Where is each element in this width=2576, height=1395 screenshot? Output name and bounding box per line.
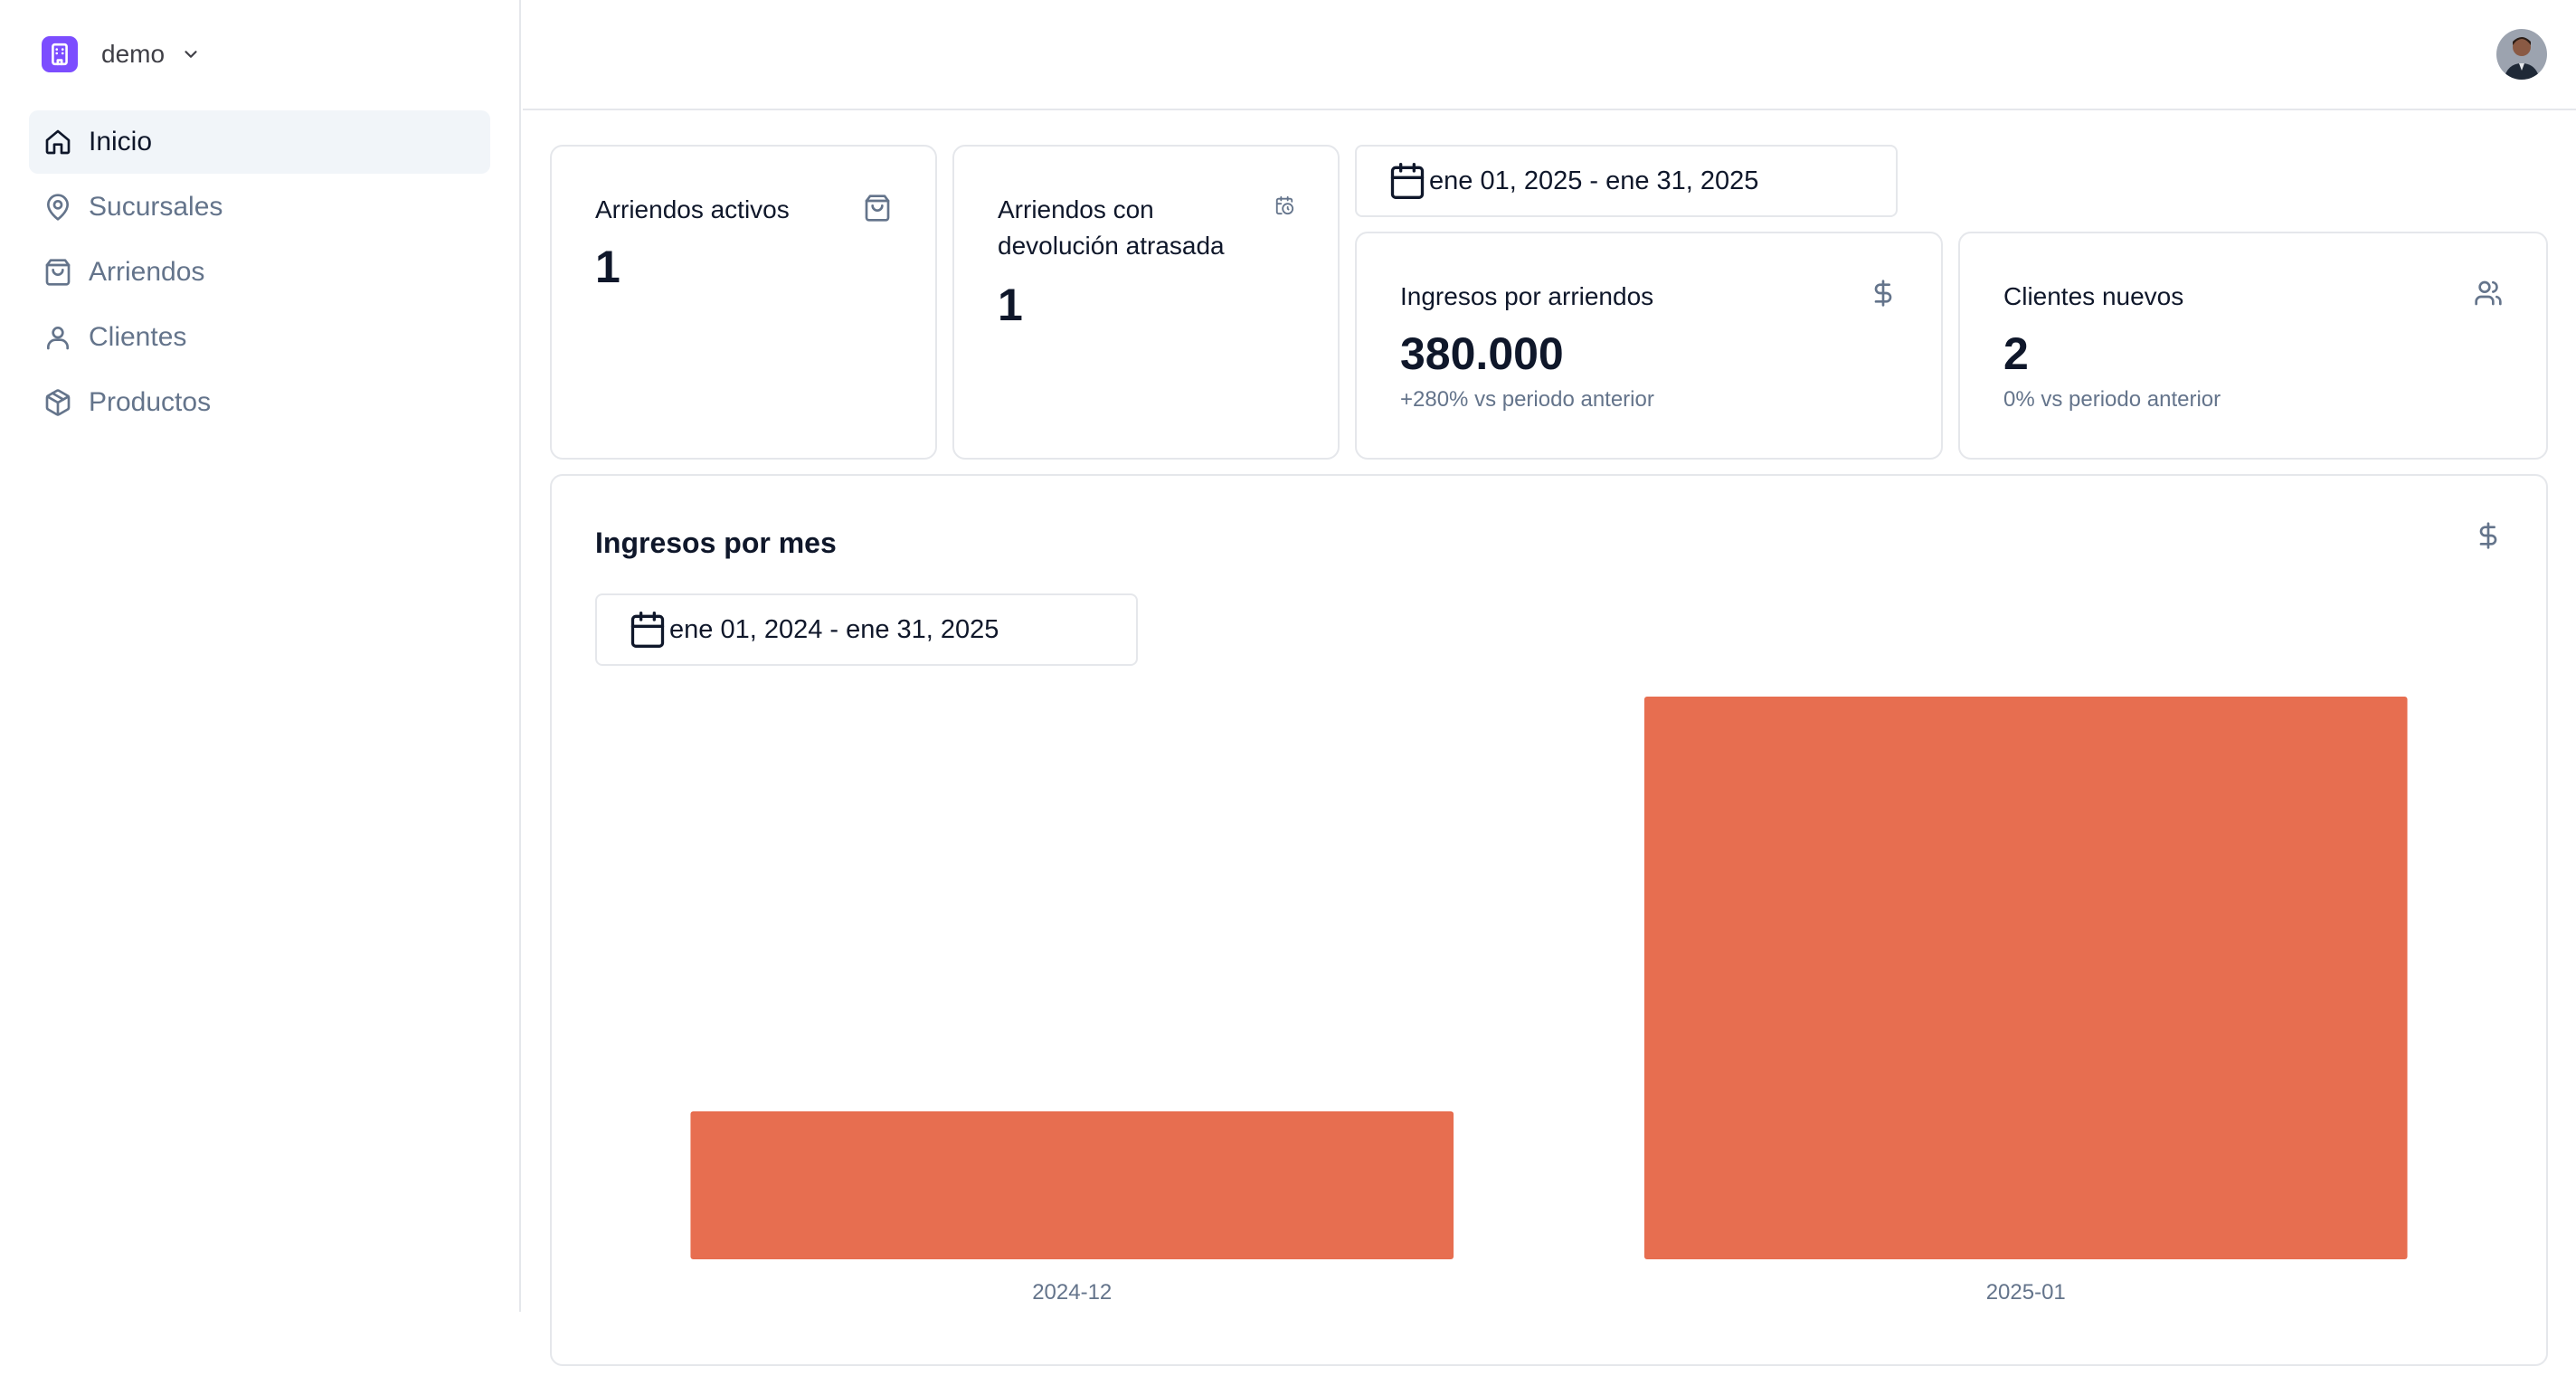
- sidebar-item-label: Arriendos: [89, 257, 205, 287]
- calendar-clock-icon: [1273, 194, 1296, 217]
- bar-2024-12[interactable]: [690, 1111, 1454, 1259]
- org-name: demo: [101, 40, 166, 68]
- stat-comparison: 0% vs periodo anterior: [2003, 387, 2221, 412]
- sidebar-item-label: Productos: [89, 387, 212, 417]
- x-tick-label: 2024-12: [1032, 1280, 1112, 1305]
- calendar-icon: [1387, 161, 1427, 201]
- stat-title: Clientes nuevos: [2003, 282, 2184, 310]
- stat-title-line: devolución atrasada: [998, 232, 1225, 260]
- date-range-label: ene 01, 2025 - ene 31, 2025: [1429, 166, 1759, 195]
- sidebar-nav: Inicio Sucursales Arriendos Clientes Pro…: [29, 110, 490, 436]
- stat-value: 1: [595, 242, 620, 292]
- stat-comparison: +280% vs periodo anterior: [1400, 387, 1654, 412]
- sidebar-item-productos[interactable]: Productos: [29, 371, 490, 434]
- sidebar-item-clientes[interactable]: Clientes: [29, 306, 490, 369]
- shopping-bag-icon: [861, 192, 894, 224]
- sidebar-item-arriendos[interactable]: Arriendos: [29, 241, 490, 304]
- stat-value: 380.000: [1400, 328, 1564, 379]
- stat-card-late-returns: Arriendos con devolución atrasada 1: [952, 145, 1340, 460]
- user-icon: [42, 321, 74, 354]
- stat-title: Ingresos por arriendos: [1400, 282, 1654, 310]
- monthly-revenue-chart: 2024-12 2025-01: [690, 697, 2408, 1305]
- stat-value: 1: [998, 280, 1023, 330]
- monthly-revenue-card: Ingresos por mes ene 01, 2024 - ene 31, …: [550, 474, 2548, 1366]
- map-pin-icon: [42, 191, 74, 223]
- avatar[interactable]: [2496, 29, 2547, 80]
- users-icon: [2472, 277, 2505, 309]
- shopping-bag-icon: [42, 256, 74, 289]
- sidebar-item-label: Clientes: [89, 322, 187, 352]
- dollar-icon: [1867, 277, 1899, 309]
- building-icon: [42, 36, 78, 72]
- stat-card-new-clients: Clientes nuevos 2 0% vs periodo anterior: [1958, 232, 2548, 460]
- stat-title-line: Arriendos con: [998, 195, 1154, 223]
- home-icon: [42, 126, 74, 158]
- date-range-picker[interactable]: ene 01, 2025 - ene 31, 2025: [1355, 145, 1898, 217]
- sidebar-item-sucursales[interactable]: Sucursales: [29, 176, 490, 239]
- stat-title: Arriendos activos: [595, 195, 790, 223]
- chevron-down-icon: [181, 44, 201, 64]
- sidebar-item-label: Sucursales: [89, 192, 223, 222]
- sidebar: demo Inicio Sucursales Arriendos Cliente…: [0, 0, 521, 1312]
- bar-2025-01[interactable]: [1643, 697, 2408, 1259]
- stat-card-revenue: Ingresos por arriendos 380.000 +280% vs …: [1355, 232, 1943, 460]
- sidebar-item-label: Inicio: [89, 127, 153, 157]
- stat-title: Arriendos con devolución atrasada: [998, 192, 1225, 264]
- top-bar: [523, 0, 2576, 110]
- org-switcher[interactable]: demo: [42, 36, 201, 72]
- stat-card-active-rentals: Arriendos activos 1: [550, 145, 937, 460]
- x-tick-label: 2025-01: [1986, 1280, 2066, 1305]
- package-icon: [42, 386, 74, 419]
- sidebar-item-inicio[interactable]: Inicio: [29, 110, 490, 174]
- stat-value: 2: [2003, 328, 2029, 379]
